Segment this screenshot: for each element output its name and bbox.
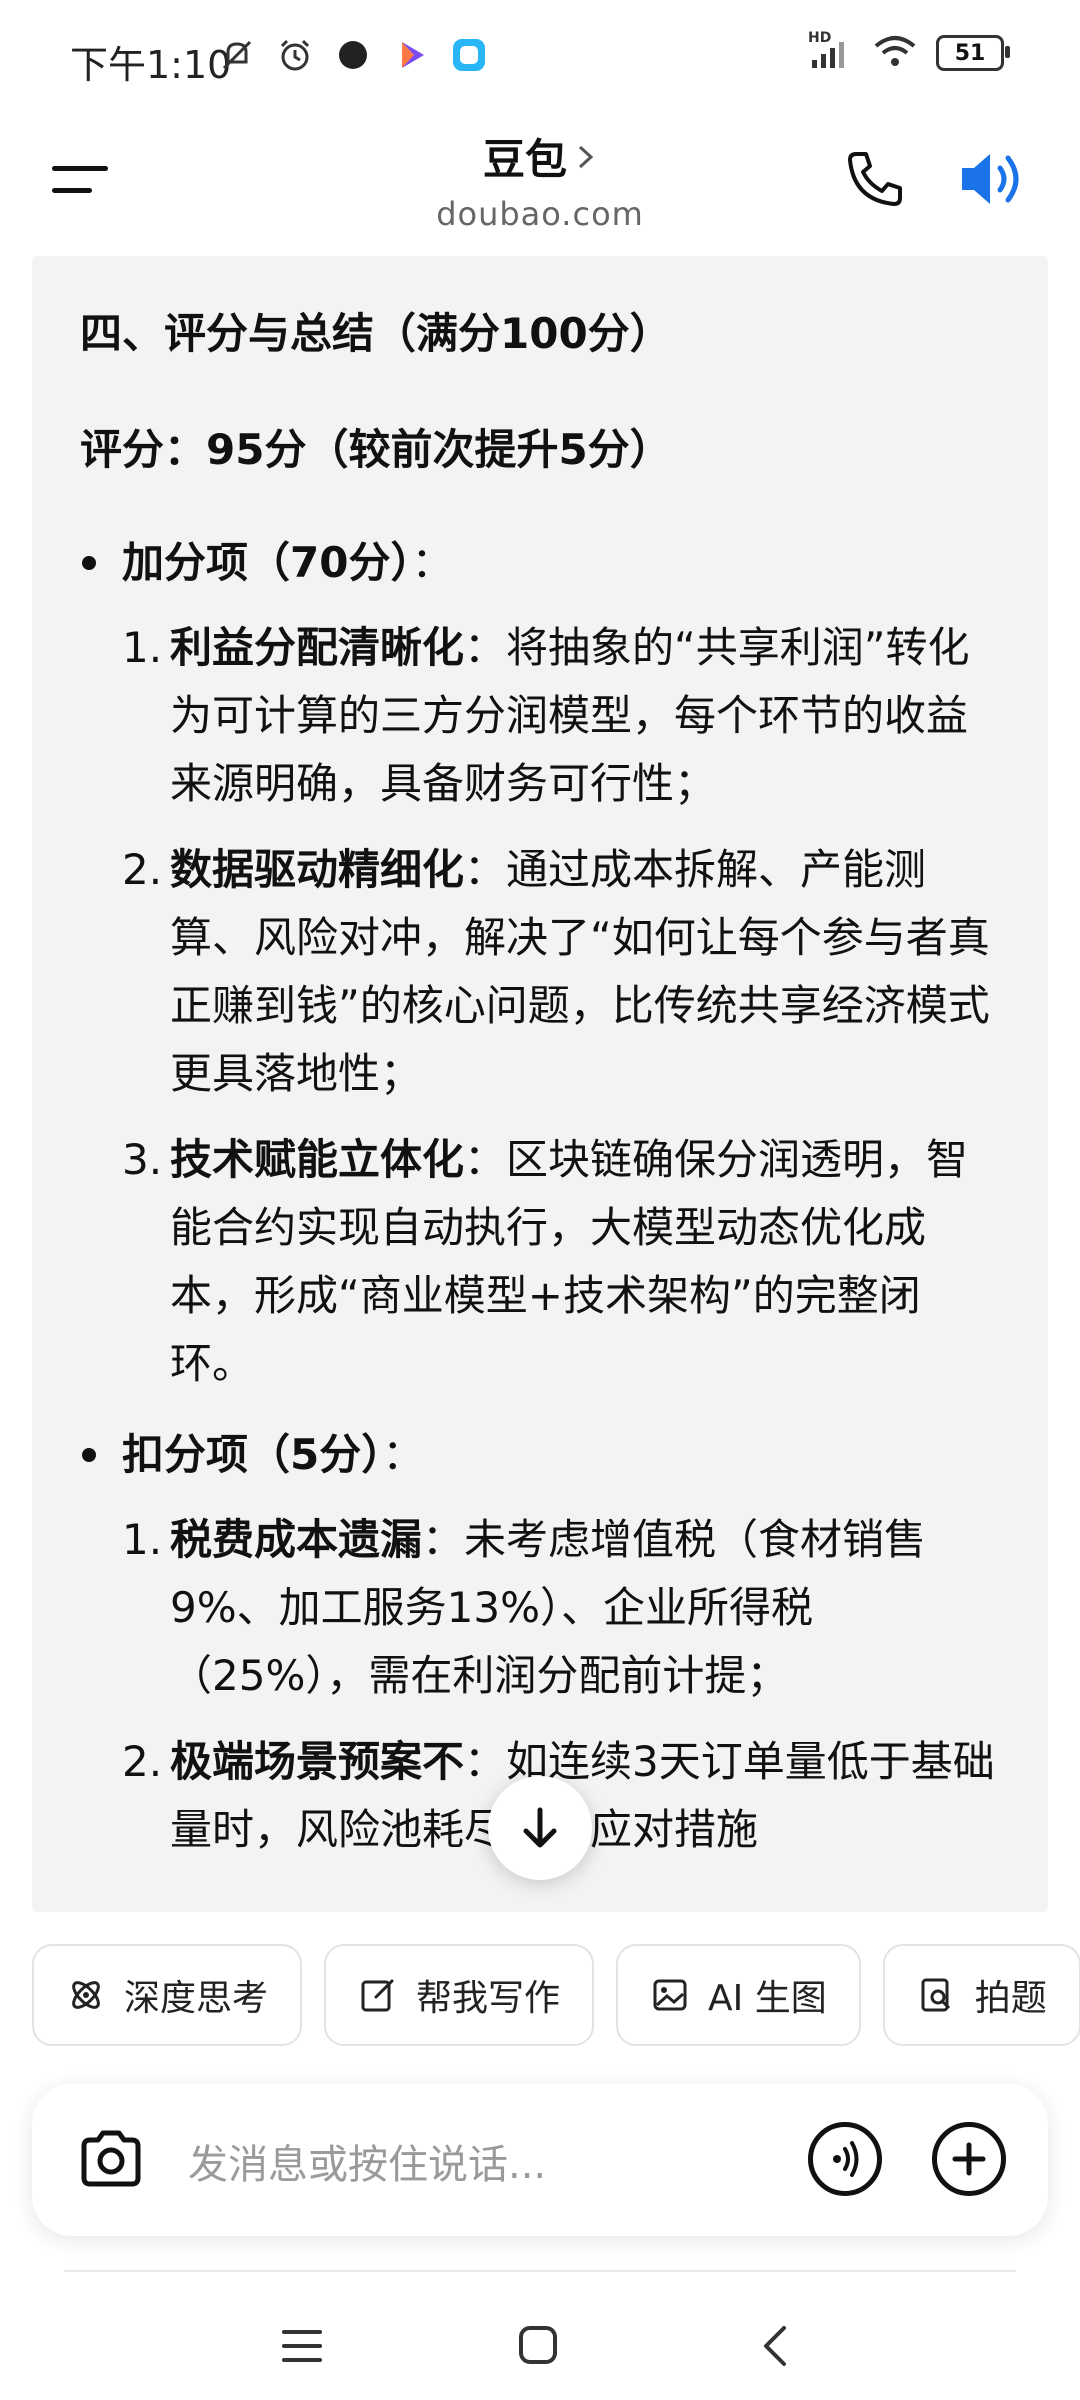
minus-points-heading: 扣分项（5分）：	[80, 1424, 1000, 1486]
alarm-icon	[276, 36, 314, 74]
list-item: 1. 税费成本遗漏：未考虑增值税（食材销售9%、加工服务13%）、企业所得税（25…	[122, 1515, 927, 1700]
edit-icon	[361, 1979, 394, 2012]
mute-icon	[218, 36, 256, 74]
image-icon	[653, 1979, 687, 2011]
section-title: 四、评分与总结（满分100分）	[80, 309, 672, 358]
suggestion-chips: 深度思考 帮我写作 AI 生图 拍题	[32, 1944, 1080, 2048]
chip-photo-question[interactable]: 拍题	[882, 1944, 1080, 2046]
message-input[interactable]: 发消息或按住说话...	[188, 2132, 546, 2190]
back-icon[interactable]	[746, 2318, 806, 2374]
recents-icon[interactable]	[272, 2318, 332, 2374]
arrow-down-icon	[523, 1807, 557, 1848]
plus-points-heading: 加分项（70分）：	[80, 532, 1000, 594]
atom-icon	[72, 1981, 100, 2009]
search-doc-icon	[921, 1978, 950, 2012]
list-item: 1. 利益分配清晰化：将抽象的“共享利润”转化为可计算的三方分润模型，每个环节的收…	[122, 623, 970, 808]
camera-icon[interactable]	[76, 2124, 146, 2194]
app-square-icon	[450, 36, 488, 74]
chip-write[interactable]: 帮我写作	[324, 1944, 595, 2046]
signal-icon: HD	[808, 30, 854, 70]
chat-title[interactable]: 豆包	[483, 126, 597, 187]
header-title-area[interactable]: 豆包 doubao.com	[0, 126, 1080, 233]
list-item: 2. 数据驱动精细化：通过成本拆解、产能测算、风险对冲，解决了“如何让每个参与者真…	[122, 845, 990, 1098]
voice-wave-icon	[833, 2141, 859, 2177]
chip-deep-think[interactable]: 深度思考	[32, 1944, 303, 2046]
status-system-icons: HD 51	[808, 30, 1010, 72]
status-time: 下午1:10	[70, 43, 232, 87]
plus-points-list: 1. 利益分配清晰化：将抽象的“共享利润”转化为可计算的三方分润模型，每个环节的收…	[122, 614, 1000, 1398]
score-line: 评分：95分（较前次提升5分）	[80, 425, 672, 474]
battery-icon: 51	[936, 35, 1010, 71]
add-button[interactable]	[932, 2122, 1006, 2196]
message-content: 四、评分与总结（满分100分） 评分：95分（较前次提升5分） 加分项（70分）…	[32, 256, 1048, 1912]
wifi-icon	[872, 34, 918, 72]
speaker-icon[interactable]	[956, 144, 1028, 214]
play-icon	[392, 36, 430, 74]
chip-ai-image[interactable]: AI 生图	[616, 1944, 861, 2046]
status-bar: 下午1:10 HD 51	[0, 0, 1080, 118]
app-dot-icon	[334, 36, 372, 74]
plus-icon	[952, 2142, 986, 2176]
status-notification-icons	[218, 36, 488, 74]
chat-subtitle: doubao.com	[436, 195, 644, 233]
home-icon[interactable]	[508, 2318, 568, 2374]
app-header: 豆包 doubao.com	[0, 118, 1080, 258]
system-nav-bar	[0, 2290, 1080, 2400]
scroll-to-bottom-button[interactable]	[488, 1776, 592, 1880]
message-input-bar: 发消息或按住说话...	[32, 2084, 1048, 2236]
chevron-right-icon	[578, 145, 594, 168]
divider	[64, 2270, 1016, 2272]
list-item: 3. 技术赋能立体化：区块链确保分润透明，智能合约实现自动执行，大模型动态优化成本…	[122, 1135, 969, 1388]
voice-call-button[interactable]	[808, 2122, 882, 2196]
phone-icon[interactable]	[842, 146, 908, 212]
